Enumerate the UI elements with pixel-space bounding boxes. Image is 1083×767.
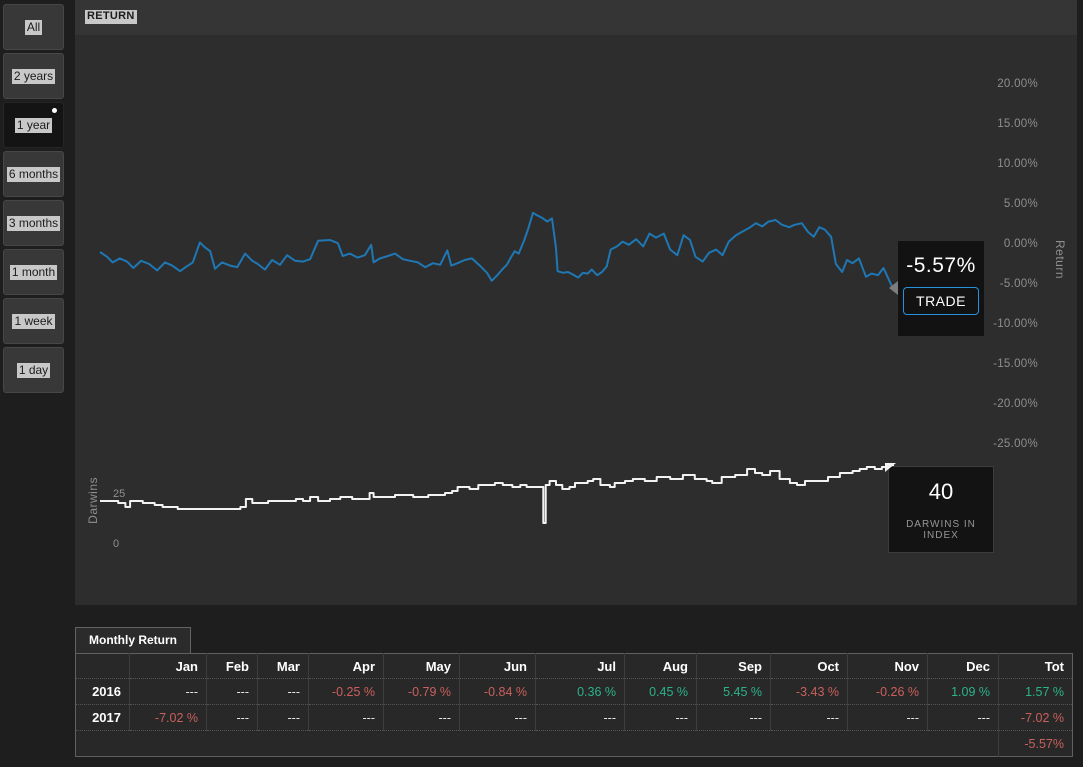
table-row-total: -5.57%	[76, 731, 1073, 757]
month-return-cell: -0.26 %	[848, 679, 928, 705]
month-return-cell: ---	[207, 679, 258, 705]
month-return-cell: -0.25 %	[309, 679, 384, 705]
month-return-cell: -3.43 %	[771, 679, 848, 705]
return-y-tick: 10.00%	[940, 158, 1038, 170]
month-return-cell: -0.84 %	[460, 679, 536, 705]
darwins-y-tick: 0	[113, 538, 119, 550]
column-header-tot: Tot	[999, 654, 1073, 679]
month-return-cell: ---	[536, 705, 625, 731]
return-y-tick: -20.00%	[940, 398, 1038, 410]
total-return-cell: -5.57%	[999, 731, 1073, 757]
month-return-cell: -0.79 %	[384, 679, 460, 705]
timeframe-button-1-week[interactable]: 1 week	[3, 298, 64, 344]
row-label: 2017	[76, 705, 130, 731]
empty-cell	[130, 731, 999, 757]
timeframe-button-label: 1 month	[10, 265, 57, 280]
month-return-cell: -7.02 %	[130, 705, 207, 731]
timeframe-button-label: All	[25, 20, 42, 35]
month-return-cell: ---	[771, 705, 848, 731]
column-header-dec: Dec	[928, 654, 999, 679]
return-tooltip: -5.57% TRADE	[897, 240, 985, 337]
month-return-cell: 1.09 %	[928, 679, 999, 705]
month-return-cell: 0.45 %	[625, 679, 697, 705]
column-header-feb: Feb	[207, 654, 258, 679]
return-value: -5.57%	[898, 254, 984, 278]
column-header-nov: Nov	[848, 654, 928, 679]
tooltip-arrow-icon	[889, 281, 898, 295]
tab-monthly-return-label: Monthly Return	[89, 633, 177, 647]
month-return-cell: ---	[309, 705, 384, 731]
timeframe-button-1-year[interactable]: 1 year	[3, 102, 64, 148]
month-return-cell: ---	[258, 679, 309, 705]
return-axis-label: Return	[1053, 240, 1067, 279]
timeframe-button-label: 6 months	[7, 167, 60, 182]
month-return-cell: ---	[928, 705, 999, 731]
table-row-2016: 2016----------0.25 %-0.79 %-0.84 %0.36 %…	[76, 679, 1073, 705]
timeframe-button-label: 3 months	[7, 216, 60, 231]
month-return-cell: ---	[207, 705, 258, 731]
tab-monthly-return[interactable]: Monthly Return	[75, 627, 191, 653]
timeframe-button-1-day[interactable]: 1 day	[3, 347, 64, 393]
timeframe-button-2-years[interactable]: 2 years	[3, 53, 64, 99]
timeframe-button-label: 2 years	[12, 69, 55, 84]
column-header-jun: Jun	[460, 654, 536, 679]
column-header-sep: Sep	[697, 654, 771, 679]
darwins-axis-label: Darwins	[86, 477, 100, 524]
timeframe-button-label: 1 year	[15, 118, 52, 133]
row-label: 2016	[76, 679, 130, 705]
monthly-return-table: JanFebMarAprMayJunJulAugSepOctNovDecTot2…	[75, 653, 1073, 757]
darwins-y-tick: 25	[113, 488, 125, 500]
month-return-cell: ---	[130, 679, 207, 705]
trade-button[interactable]: TRADE	[903, 287, 979, 315]
table-row-2017: 2017-7.02 %-----------------------------…	[76, 705, 1073, 731]
column-header-aug: Aug	[625, 654, 697, 679]
darwins-badge: 40 DARWINS IN INDEX	[888, 466, 994, 553]
timeframe-button-6-months[interactable]: 6 months	[3, 151, 64, 197]
timeframe-button-3-months[interactable]: 3 months	[3, 200, 64, 246]
timeframe-button-all[interactable]: All	[3, 4, 64, 50]
month-return-cell: ---	[848, 705, 928, 731]
column-header-apr: Apr	[309, 654, 384, 679]
return-y-tick: 5.00%	[940, 198, 1038, 210]
month-return-cell: ---	[384, 705, 460, 731]
return-chart-panel: RETURN 20.00%15.00%10.00%5.00%0.00%-5.00…	[75, 0, 1077, 605]
timeframe-button-label: 1 day	[17, 363, 50, 378]
darwins-badge-arrow-icon	[885, 463, 896, 472]
month-return-cell: ---	[258, 705, 309, 731]
return-y-tick: 20.00%	[940, 78, 1038, 90]
month-return-cell: ---	[625, 705, 697, 731]
monthly-return-panel: Monthly Return JanFebMarAprMayJunJulAugS…	[75, 627, 1077, 755]
month-return-cell: 5.45 %	[697, 679, 771, 705]
darwins-step-series	[100, 465, 893, 523]
selected-dot-icon	[52, 108, 57, 113]
month-return-cell: -7.02 %	[999, 705, 1073, 731]
column-header-jul: Jul	[536, 654, 625, 679]
return-y-tick: -25.00%	[940, 438, 1038, 450]
column-header-mar: Mar	[258, 654, 309, 679]
return-y-tick: -15.00%	[940, 358, 1038, 370]
month-return-cell: ---	[460, 705, 536, 731]
darwins-badge-label: DARWINS IN INDEX	[889, 519, 993, 541]
page: All 2 years 1 year 6 months 3 months 1 month 1…	[0, 0, 1083, 767]
month-return-cell: 1.57 %	[999, 679, 1073, 705]
return-line-series	[100, 213, 893, 289]
column-header-jan: Jan	[130, 654, 207, 679]
return-y-tick: 15.00%	[940, 118, 1038, 130]
timeframe-button-1-month[interactable]: 1 month	[3, 249, 64, 295]
column-header-year	[76, 654, 130, 679]
empty-cell	[76, 731, 130, 757]
timeframe-button-label: 1 week	[12, 314, 54, 329]
month-return-cell: ---	[697, 705, 771, 731]
darwins-count: 40	[889, 479, 993, 505]
column-header-may: May	[384, 654, 460, 679]
timeframe-sidebar: All 2 years 1 year 6 months 3 months 1 month 1…	[0, 0, 75, 400]
column-header-oct: Oct	[771, 654, 848, 679]
month-return-cell: 0.36 %	[536, 679, 625, 705]
